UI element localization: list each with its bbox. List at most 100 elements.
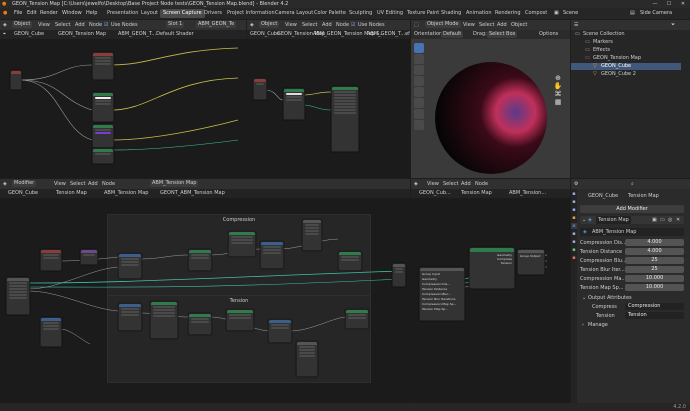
list-item[interactable]: ▭ Scene Collection xyxy=(571,31,681,38)
node-group-output[interactable]: Group Output xyxy=(517,249,545,275)
3d-viewport[interactable]: ⬚ Object Mode View Select Add Object Ori… xyxy=(411,20,570,178)
navigation-gizmo[interactable]: ⊕ ✋ ⌘ ▦ xyxy=(551,74,565,106)
material-tab-icon[interactable]: ▪ xyxy=(571,255,577,261)
outliner[interactable]: ☰ ⏷ ▭ Scene Collection ▭ Markers ▭ Effec… xyxy=(571,20,690,178)
menu-render[interactable]: Render xyxy=(40,8,58,19)
node-texture-coordinate[interactable] xyxy=(253,78,267,100)
tension-map-spread-field[interactable]: 10.000 xyxy=(625,284,684,291)
render-display-icon[interactable]: ◎ xyxy=(668,216,672,224)
pan-hand-icon[interactable]: ✋ xyxy=(551,82,565,90)
node-group-abm-tension[interactable]: Geometry Compress Tension xyxy=(469,247,515,289)
node-map-range[interactable] xyxy=(188,249,212,271)
node-math[interactable] xyxy=(40,249,62,271)
tab-sculpting[interactable]: Sculpting xyxy=(346,9,375,18)
chevron-down-icon[interactable]: ⌄ xyxy=(582,216,586,224)
node-group-input[interactable] xyxy=(6,277,30,315)
output-attributes-subpanel[interactable]: ⌄ Output Attributes xyxy=(578,294,686,302)
manage-subpanel[interactable]: › Manage xyxy=(578,321,686,329)
list-item[interactable]: ▭ Effects xyxy=(571,47,681,54)
shader-editor-middle[interactable]: ◈ Object View Select Add Node ☑ Use Node… xyxy=(247,20,410,178)
node-switch-2[interactable] xyxy=(296,341,318,377)
tab-camera-layout[interactable]: Camera Layout xyxy=(272,9,316,18)
node-mix-shader[interactable] xyxy=(283,88,305,120)
node-sample-index[interactable] xyxy=(228,231,256,257)
blender-menu-icon[interactable]: ● xyxy=(3,8,7,19)
object-tab-icon[interactable]: ▪ xyxy=(571,215,577,221)
compression-distance-field[interactable]: 4.000 xyxy=(625,239,684,246)
node-group-input[interactable]: Group Input Geometry Compression Dis... … xyxy=(419,267,465,321)
minimize-button[interactable]: — xyxy=(650,0,660,8)
tab-rendering[interactable]: Rendering xyxy=(492,9,524,18)
list-item[interactable]: ▽ GEON_Cube 2 xyxy=(571,71,681,78)
tab-uv-editing[interactable]: UV Editing xyxy=(374,9,406,18)
tab-shading[interactable]: Shading xyxy=(438,9,464,18)
camera-icon[interactable]: ⌘ xyxy=(551,90,565,98)
close-icon[interactable]: ✕ xyxy=(676,216,680,224)
tab-drivers[interactable]: Drivers xyxy=(201,9,225,18)
node-sample-index-2[interactable] xyxy=(226,309,254,331)
outliner-editor-icon[interactable]: ☰ xyxy=(574,20,578,30)
zoom-icon[interactable]: ⊕ xyxy=(551,74,565,82)
geometry-node-editor[interactable]: ◈ Modifier View Select Add Node ABM_Tens… xyxy=(0,179,410,403)
compression-map-spread-field[interactable]: 10.000 xyxy=(625,275,684,282)
properties-editor-icon[interactable]: ⚙ xyxy=(574,179,578,189)
list-item[interactable]: ▭ GEON_Tension Map xyxy=(571,55,681,62)
node-edge-angle[interactable] xyxy=(150,301,178,339)
chevron-down-icon[interactable]: ⌄ xyxy=(582,294,586,302)
node-capture-attribute-2[interactable] xyxy=(268,319,292,343)
tension-blur-field[interactable]: 25 xyxy=(625,266,684,273)
node-attribute[interactable] xyxy=(92,52,114,80)
tab-project-information[interactable]: Project Information xyxy=(224,9,278,18)
scene-selector[interactable]: Scene xyxy=(563,8,578,19)
tension-attribute-field[interactable]: Tension xyxy=(625,312,684,319)
grid-icon[interactable]: ▦ xyxy=(551,98,565,106)
geometry-node-editor-right[interactable]: ◈ View Select Add Node GEON_Cub... Tensi… xyxy=(411,179,570,403)
node-group-output[interactable] xyxy=(392,263,406,287)
shader-editor-left[interactable]: ◈ Object View Select Add Node ☑ Use Node… xyxy=(0,20,246,178)
menu-window[interactable]: Window xyxy=(62,8,82,19)
add-modifier-button[interactable]: Add Modifier xyxy=(580,205,684,213)
constraints-tab-icon[interactable]: ▪ xyxy=(571,239,577,245)
compression-blur-field[interactable]: 25 xyxy=(625,257,684,264)
node-group-selector[interactable]: ◈ ABM_Tension Map xyxy=(580,228,684,236)
tab-texture-paint[interactable]: Texture Paint xyxy=(404,9,442,18)
menu-help[interactable]: Help xyxy=(86,8,97,19)
compress-attribute-field[interactable]: Compression xyxy=(625,303,684,310)
tool-tab-icon[interactable]: ▪ xyxy=(571,191,577,197)
tab-layout[interactable]: Layout xyxy=(138,9,161,18)
node-store-named-attribute-2[interactable] xyxy=(345,309,369,329)
tab-compost[interactable]: Compost xyxy=(522,9,550,18)
physics-tab-icon[interactable]: ▪ xyxy=(571,231,577,237)
tab-animation[interactable]: Animation xyxy=(463,9,495,18)
node-store-named-attribute[interactable] xyxy=(338,251,362,271)
node-output[interactable] xyxy=(92,148,114,164)
modifier-tab-icon[interactable]: ▪ xyxy=(571,223,577,229)
node-principled-bsdf[interactable] xyxy=(331,86,359,152)
node-blur-attribute-2[interactable] xyxy=(118,303,142,331)
node-attribute-statistic[interactable] xyxy=(40,317,62,347)
viewport-display-icon[interactable]: ▭ xyxy=(660,216,665,224)
node-input[interactable] xyxy=(10,70,22,90)
edit-mode-icon[interactable]: ▣ xyxy=(652,216,657,224)
tab-presentation[interactable]: Presentation xyxy=(104,9,141,18)
node-blur-attribute[interactable] xyxy=(118,253,142,279)
view-layer-selector[interactable]: Side Camera xyxy=(640,8,672,19)
data-tab-icon[interactable]: ▪ xyxy=(571,247,577,253)
node-map-range-2[interactable] xyxy=(188,313,212,335)
menu-file[interactable]: File xyxy=(14,8,22,19)
tab-color-palette[interactable]: Color Palette xyxy=(311,9,349,18)
chevron-right-icon[interactable]: › xyxy=(582,321,584,329)
render-tab-icon[interactable]: ▪ xyxy=(571,199,577,205)
list-item[interactable]: ▽ GEON_Cube xyxy=(571,63,681,70)
output-tab-icon[interactable]: ▪ xyxy=(571,207,577,213)
tension-distance-field[interactable]: 4.000 xyxy=(625,248,684,255)
maximize-button[interactable]: ☐ xyxy=(664,0,674,8)
search-icon[interactable]: ⌕ xyxy=(631,179,634,189)
close-button[interactable]: ✕ xyxy=(678,0,688,8)
filter-icon[interactable]: ⏷ xyxy=(671,20,675,30)
node-mix[interactable] xyxy=(92,124,114,148)
node-color-ramp[interactable] xyxy=(92,92,114,122)
modifier-header[interactable]: ⌄ ◈ Tension Map ▣ ▭ ◎ ✕ xyxy=(580,216,684,224)
node-value[interactable] xyxy=(80,249,98,265)
tab-screen-capture[interactable]: Screen Capture xyxy=(160,9,205,18)
